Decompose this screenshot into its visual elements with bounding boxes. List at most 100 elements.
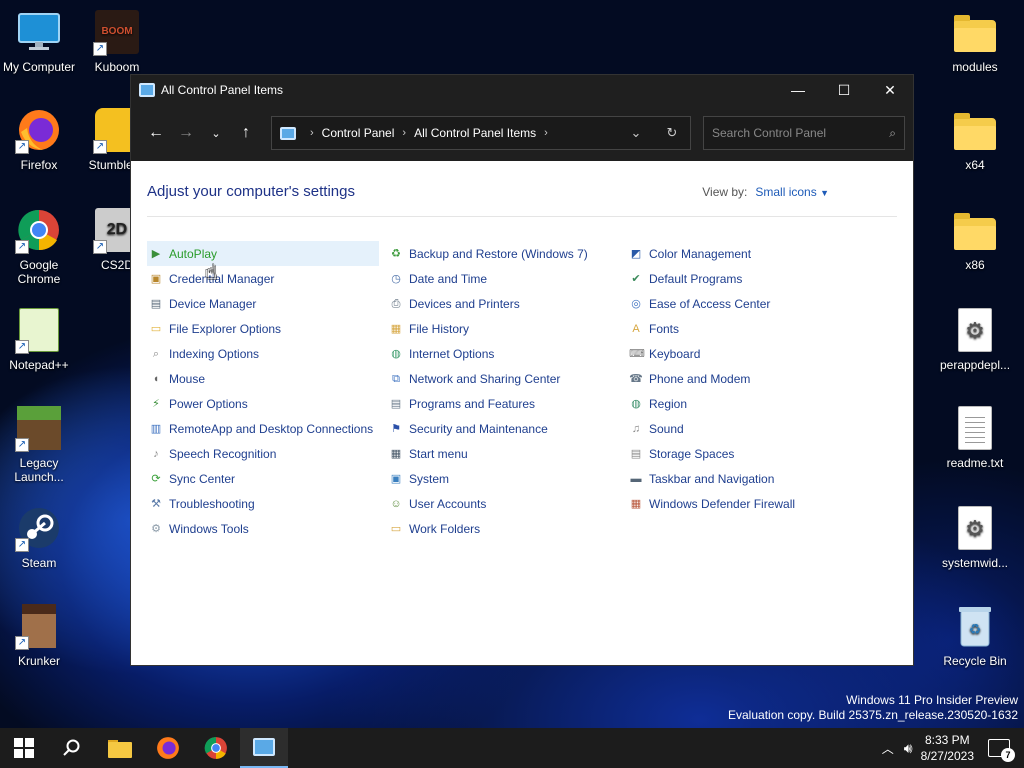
forward-button[interactable]: → [171, 118, 201, 148]
breadcrumb-control-panel[interactable]: Control Panel [322, 126, 395, 140]
speaker-icon[interactable]: 🔊︎ [904, 740, 913, 757]
taskbar-file-explorer[interactable] [96, 728, 144, 768]
control-panel-item-speech-recognition[interactable]: ♪ Speech Recognition [147, 441, 387, 466]
notification-center-button[interactable]: 7 [988, 739, 1015, 762]
control-panel-item-default-programs[interactable]: ✔ Default Programs [627, 266, 867, 291]
control-panel-item-keyboard[interactable]: ⌨ Keyboard [627, 341, 867, 366]
fonts-icon: A [632, 322, 640, 335]
control-panel-item-remoteapp-and-desktop-connections[interactable]: ▥ RemoteApp and Desktop Connections [147, 416, 387, 441]
clock[interactable]: 8:33 PM 8/27/2023 [921, 732, 974, 764]
view-by-value: Small icons [755, 184, 817, 199]
autoplay-icon: ▶ [151, 247, 161, 260]
control-panel-item-file-history[interactable]: ▦ File History [387, 316, 627, 341]
view-by-label: View by: [702, 184, 748, 199]
address-dropdown-button[interactable]: ⌄ [618, 125, 654, 141]
desktop-icon-x86[interactable]: x86 [936, 206, 1014, 272]
desktop-icon-chrome[interactable]: ↗ Google Chrome [0, 206, 78, 286]
hand-cursor-icon: ☝ [205, 262, 218, 284]
start-button[interactable] [0, 728, 48, 768]
desktop-icon-my-computer[interactable]: My Computer [0, 8, 78, 74]
control-panel-item-mouse[interactable]: ◖ Mouse [147, 366, 387, 391]
taskbar-search-button[interactable] [48, 728, 96, 768]
desktop-icon-x64[interactable]: x64 [936, 106, 1014, 172]
firefox-icon: ↗ [15, 106, 63, 154]
desktop-icon-perappdeploy[interactable]: ⚙ perappdepl... [926, 306, 1024, 372]
desktop-icon-recycle-bin[interactable]: ♻ Recycle Bin [936, 602, 1014, 668]
control-panel-item-label: Work Folders [409, 521, 481, 536]
control-panel-item-windows-tools[interactable]: ⚙ Windows Tools [147, 516, 387, 541]
taskbar-control-panel[interactable] [240, 728, 288, 768]
recycle-bin-icon: ♻ [951, 602, 999, 650]
search-input[interactable] [712, 126, 890, 140]
control-panel-item-power-options[interactable]: ⚡ Power Options [147, 391, 387, 416]
address-bar[interactable]: › Control Panel › All Control Panel Item… [271, 116, 691, 150]
control-panel-item-windows-defender-firewall[interactable]: ▦ Windows Defender Firewall [627, 491, 867, 516]
control-panel-item-user-accounts[interactable]: ☺ User Accounts [387, 491, 627, 516]
control-panel-item-fonts[interactable]: A Fonts [627, 316, 867, 341]
svg-text:♻: ♻ [969, 621, 982, 637]
control-panel-item-label: Color Management [649, 246, 752, 261]
control-panel-item-color-management[interactable]: ◩ Color Management [627, 241, 867, 266]
taskbar-firefox[interactable] [144, 728, 192, 768]
search-box[interactable]: ⌕ [703, 116, 905, 150]
desktop-icon-label: Google Chrome [17, 258, 61, 286]
up-button[interactable]: ↑ [231, 118, 261, 148]
control-panel-item-work-folders[interactable]: ▭ Work Folders [387, 516, 627, 541]
recent-locations-button[interactable]: ⌄ [201, 118, 231, 148]
control-panel-item-security-and-maintenance[interactable]: ⚑ Security and Maintenance [387, 416, 627, 441]
chevron-up-icon[interactable]: ︿ [882, 740, 894, 757]
control-panel-item-troubleshooting[interactable]: ⚒ Troubleshooting [147, 491, 387, 516]
control-panel-item-internet-options[interactable]: ◍ Internet Options [387, 341, 627, 366]
close-button[interactable]: ✕ [867, 75, 913, 105]
troubleshoot-icon: ⚒ [151, 497, 161, 510]
start-icon [14, 738, 34, 758]
control-panel-item-system[interactable]: ▣ System [387, 466, 627, 491]
desktop-icon-legacy-launcher[interactable]: ↗ Legacy Launch... [0, 404, 78, 484]
control-panel-item-file-explorer-options[interactable]: ▭ File Explorer Options [147, 316, 387, 341]
desktop-icon-kuboom[interactable]: BOOM ↗ Kuboom [78, 8, 156, 74]
desktop-icon-label: Steam [21, 556, 57, 570]
control-panel-item-indexing-options[interactable]: ⌕ Indexing Options [147, 341, 387, 366]
chevron-right-icon[interactable]: › [544, 127, 548, 139]
back-button[interactable]: ← [141, 118, 171, 148]
device-manager-icon: ▤ [150, 297, 162, 310]
control-panel-item-date-and-time[interactable]: ◷ Date and Time [387, 266, 627, 291]
maximize-button[interactable]: ☐ [821, 75, 867, 105]
minimize-button[interactable]: — [775, 75, 821, 105]
control-panel-item-taskbar-and-navigation[interactable]: ▬ Taskbar and Navigation [627, 466, 867, 491]
desktop-icon-modules[interactable]: modules [936, 8, 1014, 74]
title-bar[interactable]: All Control Panel Items — ☐ ✕ [131, 75, 913, 105]
control-panel-item-credential-manager[interactable]: ▣ Credential Manager [147, 266, 387, 291]
control-panel-item-label: Device Manager [169, 296, 257, 311]
control-panel-item-device-manager[interactable]: ▤ Device Manager [147, 291, 387, 316]
sound-icon: ♫ [631, 422, 641, 435]
desktop-icon-krunker[interactable]: ↗ Krunker [0, 602, 78, 668]
shortcut-arrow-icon: ↗ [15, 340, 29, 354]
caret-down-icon: ▼ [820, 187, 829, 198]
desktop-icon-steam[interactable]: ↗ Steam [0, 504, 78, 570]
control-panel-item-devices-and-printers[interactable]: ⎙ Devices and Printers [387, 291, 627, 316]
desktop-icon-systemwide[interactable]: ⚙ systemwid... [926, 504, 1024, 570]
search-icon[interactable]: ⌕ [889, 126, 896, 141]
shortcut-arrow-icon: ↗ [15, 140, 29, 154]
control-panel-item-start-menu[interactable]: ▦ Start menu [387, 441, 627, 466]
taskbar-chrome[interactable] [192, 728, 240, 768]
control-panel-item-phone-and-modem[interactable]: ☎ Phone and Modem [627, 366, 867, 391]
control-panel-item-backup-and-restore-windows-7[interactable]: ♻ Backup and Restore (Windows 7) [387, 241, 627, 266]
shortcut-arrow-icon: ↗ [15, 538, 29, 552]
refresh-button[interactable]: ↻ [654, 125, 690, 141]
control-panel-item-storage-spaces[interactable]: ▤ Storage Spaces [627, 441, 867, 466]
desktop-icon-readme[interactable]: readme.txt [936, 404, 1014, 470]
control-panel-item-sound[interactable]: ♫ Sound [627, 416, 867, 441]
desktop-icon-notepadpp[interactable]: ↗ Notepad++ [0, 306, 78, 372]
control-panel-item-network-and-sharing-center[interactable]: ⧉ Network and Sharing Center [387, 366, 627, 391]
breadcrumb-all-items[interactable]: All Control Panel Items [414, 126, 536, 140]
control-panel-item-region[interactable]: ◍ Region [627, 391, 867, 416]
clock-icon: ◷ [391, 272, 401, 285]
control-panel-item-sync-center[interactable]: ⟳ Sync Center [147, 466, 387, 491]
view-by-dropdown[interactable]: Small icons ▼ [755, 185, 829, 199]
control-panel-item-autoplay[interactable]: ▶ AutoPlay [147, 241, 379, 266]
control-panel-item-programs-and-features[interactable]: ▤ Programs and Features [387, 391, 627, 416]
control-panel-item-ease-of-access-center[interactable]: ◎ Ease of Access Center [627, 291, 867, 316]
desktop-icon-firefox[interactable]: ↗ Firefox [0, 106, 78, 172]
